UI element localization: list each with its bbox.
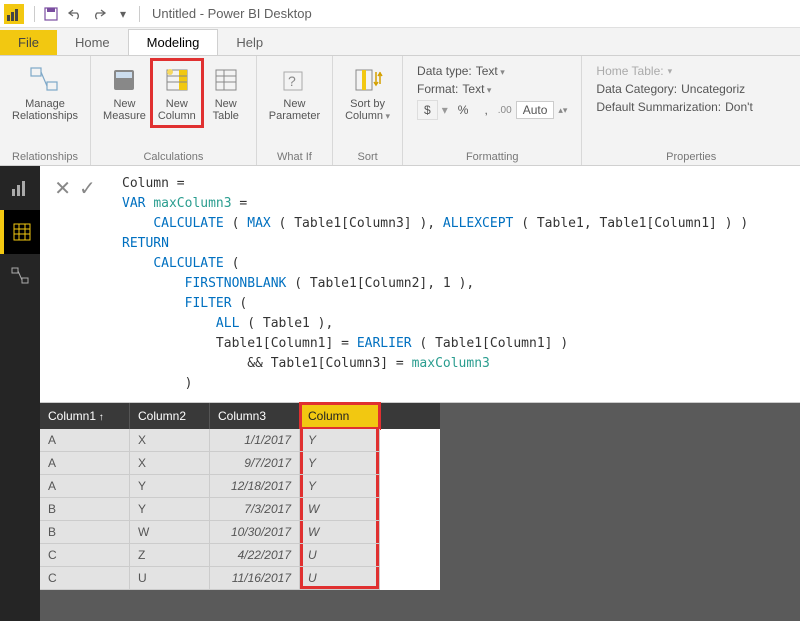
model-view-button[interactable] xyxy=(0,254,40,298)
workspace: ✕ ✓ Column = VAR maxColumn3 = CALCULATE … xyxy=(0,166,800,621)
tab-modeling[interactable]: Modeling xyxy=(128,29,219,55)
cell[interactable]: B xyxy=(40,498,130,521)
formula-bar: ✕ ✓ Column = VAR maxColumn3 = CALCULATE … xyxy=(40,166,800,403)
table-row: CZ4/22/2017U xyxy=(40,544,440,567)
formula-commit-icon[interactable]: ✓ xyxy=(79,176,96,201)
data-grid: Column1 Column2 Column3 Column AX1/1/201… xyxy=(40,403,440,590)
cell[interactable]: 1/1/2017 xyxy=(210,429,300,452)
new-measure-button[interactable]: New Measure xyxy=(97,60,152,126)
save-icon[interactable] xyxy=(39,4,63,24)
ribbon-tabs: File Home Modeling Help xyxy=(0,28,800,56)
grid-header: Column1 Column2 Column3 Column xyxy=(40,403,440,429)
currency-button[interactable]: $ xyxy=(417,100,438,120)
report-view-button[interactable] xyxy=(0,166,40,210)
cell[interactable]: 7/3/2017 xyxy=(210,498,300,521)
formula-editor[interactable]: Column = VAR maxColumn3 = CALCULATE ( MA… xyxy=(110,166,800,402)
format-dropdown[interactable]: Format: Text xyxy=(417,82,567,96)
ribbon-group-relationships: Manage Relationships Relationships xyxy=(0,56,91,165)
parameter-icon: ? xyxy=(278,64,310,96)
cell[interactable]: 4/22/2017 xyxy=(210,544,300,567)
ribbon-group-whatif: ? New Parameter What If xyxy=(257,56,333,165)
measure-icon xyxy=(108,64,140,96)
cell[interactable]: Z xyxy=(130,544,210,567)
cell[interactable]: X xyxy=(130,429,210,452)
cell[interactable]: 10/30/2017 xyxy=(210,521,300,544)
cell[interactable]: A xyxy=(40,452,130,475)
grid-body: AX1/1/2017YAX9/7/2017YAY12/18/2017YBY7/3… xyxy=(40,429,440,590)
ribbon-group-formatting: Data type: Text Format: Text $ ▾ % , .00… xyxy=(403,56,582,165)
cell[interactable]: C xyxy=(40,567,130,590)
cell[interactable]: C xyxy=(40,544,130,567)
undo-icon[interactable] xyxy=(63,4,87,24)
cell[interactable]: W xyxy=(130,521,210,544)
home-table-dropdown[interactable]: Home Table: ▾ xyxy=(596,64,786,78)
cell[interactable]: 11/16/2017 xyxy=(210,567,300,590)
sort-icon xyxy=(352,64,384,96)
titlebar: ▾ Untitled - Power BI Desktop xyxy=(0,0,800,28)
column-icon xyxy=(161,64,193,96)
ribbon-group-sort: Sort by Column Sort xyxy=(333,56,403,165)
main-area: ✕ ✓ Column = VAR maxColumn3 = CALCULATE … xyxy=(40,166,800,621)
left-nav xyxy=(0,166,40,621)
table-row: BY7/3/2017W xyxy=(40,498,440,521)
column-header-1[interactable]: Column1 xyxy=(40,403,130,429)
cell[interactable]: U xyxy=(130,567,210,590)
cell[interactable]: X xyxy=(130,452,210,475)
table-row: AX9/7/2017Y xyxy=(40,452,440,475)
cell[interactable]: Y xyxy=(130,498,210,521)
formula-cancel-icon[interactable]: ✕ xyxy=(54,176,71,201)
qat-dropdown-icon[interactable]: ▾ xyxy=(111,4,135,24)
new-column-button[interactable]: New Column xyxy=(152,60,202,126)
datatype-dropdown[interactable]: Data type: Text xyxy=(417,64,567,78)
cell[interactable]: 9/7/2017 xyxy=(210,452,300,475)
new-table-button[interactable]: New Table xyxy=(202,60,250,126)
summarization-dropdown[interactable]: Default Summarization: Don't xyxy=(596,100,786,114)
tab-help[interactable]: Help xyxy=(218,30,281,55)
cell[interactable]: U xyxy=(300,544,380,567)
svg-text:?: ? xyxy=(288,73,296,89)
cell[interactable]: Y xyxy=(130,475,210,498)
ribbon: Manage Relationships Relationships New M… xyxy=(0,56,800,166)
cell[interactable]: U xyxy=(300,567,380,590)
cell[interactable]: W xyxy=(300,521,380,544)
window-title: Untitled - Power BI Desktop xyxy=(152,6,312,21)
new-parameter-button[interactable]: ? New Parameter xyxy=(263,60,326,126)
percent-button[interactable]: % xyxy=(452,101,475,119)
data-view-button[interactable] xyxy=(0,210,40,254)
cell[interactable]: W xyxy=(300,498,380,521)
cell[interactable]: A xyxy=(40,429,130,452)
tab-home[interactable]: Home xyxy=(57,30,128,55)
decimals-icon: .00 xyxy=(498,105,512,116)
table-row: AX1/1/2017Y xyxy=(40,429,440,452)
cell[interactable]: 12/18/2017 xyxy=(210,475,300,498)
column-header-calc[interactable]: Column xyxy=(300,403,380,429)
cell[interactable]: A xyxy=(40,475,130,498)
ribbon-group-calculations: New Measure New Column New Table Calcula… xyxy=(91,56,257,165)
cell[interactable]: B xyxy=(40,521,130,544)
column-header-2[interactable]: Column2 xyxy=(130,403,210,429)
sort-by-column-button[interactable]: Sort by Column xyxy=(339,60,396,126)
table-row: CU11/16/2017U xyxy=(40,567,440,590)
cell[interactable]: Y xyxy=(300,429,380,452)
table-row: BW10/30/2017W xyxy=(40,521,440,544)
manage-relationships-button[interactable]: Manage Relationships xyxy=(6,60,84,126)
cell[interactable]: Y xyxy=(300,475,380,498)
ribbon-group-properties: Home Table: ▾ Data Category: Uncategoriz… xyxy=(582,56,800,165)
tab-file[interactable]: File xyxy=(0,30,57,55)
relationships-icon xyxy=(29,64,61,96)
data-category-dropdown[interactable]: Data Category: Uncategoriz xyxy=(596,82,786,96)
table-icon xyxy=(210,64,242,96)
app-logo xyxy=(4,4,24,24)
comma-button[interactable]: , xyxy=(478,101,493,119)
redo-icon[interactable] xyxy=(87,4,111,24)
table-row: AY12/18/2017Y xyxy=(40,475,440,498)
column-header-3[interactable]: Column3 xyxy=(210,403,300,429)
cell[interactable]: Y xyxy=(300,452,380,475)
decimals-input[interactable]: Auto xyxy=(516,101,555,119)
